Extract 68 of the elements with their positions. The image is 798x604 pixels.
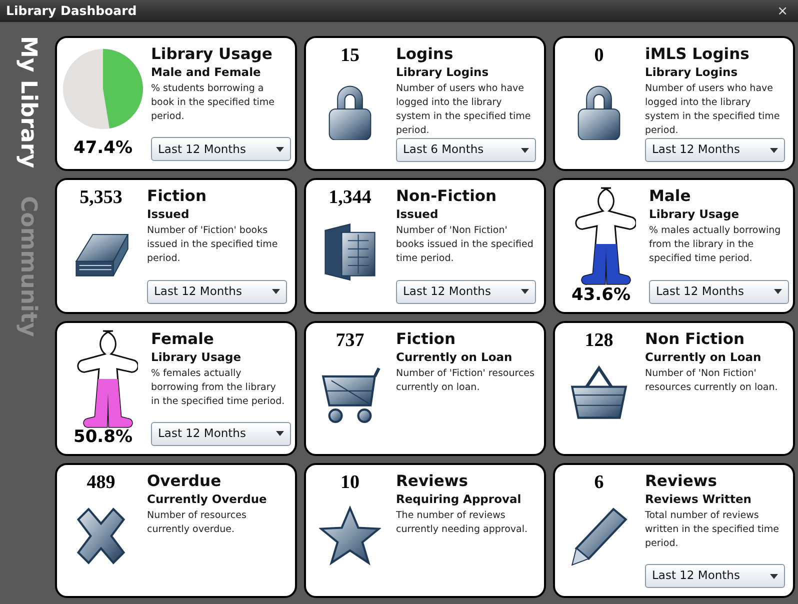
caret-icon xyxy=(774,289,782,294)
period-dropdown[interactable]: Last 12 Months xyxy=(396,280,536,304)
period-dropdown[interactable]: Last 12 Months xyxy=(645,138,785,162)
card-description: % males actually borrowing from the library in the specified time period. xyxy=(649,224,782,266)
card-title: Overdue xyxy=(147,470,222,491)
caret-icon xyxy=(770,148,778,152)
card-subtitle: Issued xyxy=(396,206,440,224)
sidebar-tab[interactable]: My Library xyxy=(16,36,38,168)
card-title: Fiction xyxy=(147,186,208,206)
caret-icon xyxy=(521,289,529,294)
card-subtitle: Issued xyxy=(147,206,190,224)
period-dropdown[interactable]: Last 6 Months xyxy=(396,138,536,162)
card-title: Reviews xyxy=(396,470,469,491)
card-description: Number of 'Fiction' resources currently on loan. xyxy=(396,366,536,394)
card-description: % females actually borrowing from the library in the specified time period. xyxy=(151,366,286,408)
stat-value: 0 xyxy=(594,44,604,68)
card-title: Library Usage xyxy=(151,44,274,64)
stat-value: 737 xyxy=(336,328,364,352)
card-description: % students borrowing a book in the specified time period. xyxy=(151,82,276,124)
star-icon xyxy=(319,504,381,566)
caret-icon xyxy=(521,148,529,152)
card-subtitle: Library Usage xyxy=(649,206,740,224)
stat-value: 128 xyxy=(584,328,614,352)
caret-icon xyxy=(276,146,284,152)
stat-value: 5,353 xyxy=(80,186,122,210)
percentage-value: 47.4% xyxy=(74,136,132,160)
card-subtitle: Library Logins xyxy=(645,64,739,81)
period-dropdown[interactable]: Last 12 Months xyxy=(147,280,287,304)
card-title: iMLS Logins xyxy=(645,44,750,64)
card-title: Logins xyxy=(396,44,454,64)
stat-value: 15 xyxy=(340,44,360,68)
period-dropdown[interactable]: Last 12 Months xyxy=(649,280,789,304)
stat-value: 10 xyxy=(340,470,360,494)
window-title: Library Dashboard xyxy=(6,2,137,20)
card-title: Reviews xyxy=(645,470,718,491)
period-dropdown[interactable]: Last 12 Months xyxy=(151,137,291,162)
card-title: Fiction xyxy=(396,328,456,348)
card-description: Total number of reviews written in the specified time period. xyxy=(645,508,780,551)
caret-icon xyxy=(770,574,778,578)
period-dropdown[interactable]: Last 12 Months xyxy=(645,564,785,588)
card-title: Non-Fiction xyxy=(396,186,498,206)
card-description: Number of resources currently overdue. xyxy=(147,508,248,537)
card-subtitle: Currently on Loan xyxy=(645,348,762,366)
stat-value: 6 xyxy=(594,470,604,494)
stat-value: 489 xyxy=(86,470,116,494)
period-dropdown[interactable]: Last 12 Months xyxy=(151,422,291,446)
card-title: Male xyxy=(649,186,692,206)
percentage-value: 50.8% xyxy=(74,428,132,446)
close-button[interactable]: × xyxy=(773,4,792,18)
card-subtitle: Library Usage xyxy=(151,348,242,366)
stat-value: 1,344 xyxy=(328,186,372,210)
card-subtitle: Currently on Loan xyxy=(396,348,514,366)
card-description: Number of users who have logged into the library system in the specified time period. xyxy=(396,82,532,138)
card-subtitle: Male and Female xyxy=(151,64,262,81)
percentage-value: 43.6% xyxy=(572,286,630,304)
card-title: Female xyxy=(151,328,215,348)
card-subtitle: Reviews Written xyxy=(645,490,752,508)
card-subtitle: Currently Overdue xyxy=(147,490,268,508)
card-subtitle: Requiring Approval xyxy=(396,490,522,508)
card-title: Non Fiction xyxy=(645,328,746,348)
card-description: Number of users who have logged into the library system in the specified time period. xyxy=(645,82,781,138)
card-description: The number of reviews currently needing approval. xyxy=(396,508,528,537)
card-description: Number of 'Non Fiction' books issued in the specified time period. xyxy=(396,224,534,266)
caret-icon xyxy=(276,431,284,436)
card-description: Number of 'Non Fiction' resources currently on loan. xyxy=(645,366,779,394)
card-subtitle: Library Logins xyxy=(396,64,490,81)
card-description: Number of 'Fiction' books issued in the specified time period. xyxy=(147,224,279,266)
caret-icon xyxy=(272,289,280,294)
